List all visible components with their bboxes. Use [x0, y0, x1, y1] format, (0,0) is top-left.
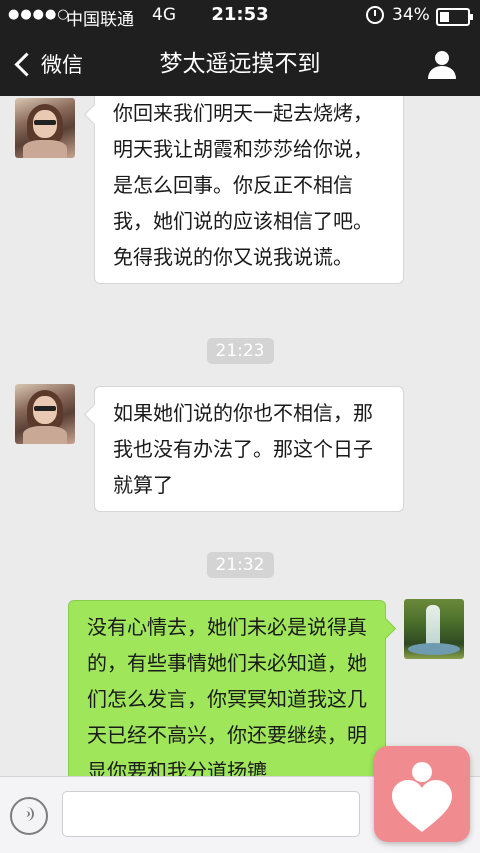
contact-avatar[interactable] — [15, 384, 75, 444]
message-input[interactable] — [62, 791, 360, 837]
alarm-icon — [366, 6, 384, 24]
voice-wave-outer — [20, 807, 34, 821]
timestamp: 21:32 — [0, 552, 480, 578]
timestamp-text: 21:23 — [206, 338, 274, 364]
person-icon[interactable] — [426, 48, 458, 80]
timestamp: 21:23 — [0, 338, 480, 364]
message-bubble-incoming[interactable]: 如果她们说的你也不相信，那我也没有办法了。那这个日子就算了 — [94, 386, 404, 512]
heart-person-icon — [392, 762, 452, 832]
timestamp-text: 21:32 — [206, 552, 274, 578]
chat-area[interactable]: 你回来我们明天一起去烧烤，明天我让胡霞和莎莎给你说，是怎么回事。你反正不相信我，… — [0, 96, 480, 776]
message-bubble-outgoing[interactable]: 没有心情去，她们未必是说得真的，有些事情她们未必知道，她们怎么发言，你冥冥知道我… — [68, 600, 386, 776]
floating-heart-button[interactable] — [374, 746, 470, 842]
voice-button[interactable] — [10, 797, 48, 835]
nav-bar: 微信 梦太遥远摸不到 — [0, 32, 480, 96]
battery-percent: 34% — [392, 5, 430, 25]
status-bar: ●●●●○ 中国联通 4G 21:53 34% — [0, 0, 480, 32]
battery-fill — [440, 12, 449, 22]
battery-icon — [436, 8, 473, 26]
message-bubble-incoming[interactable]: 你回来我们明天一起去烧烤，明天我让胡霞和莎莎给你说，是怎么回事。你反正不相信我，… — [94, 96, 404, 284]
chat-title: 梦太遥远摸不到 — [159, 51, 321, 77]
contact-avatar[interactable] — [15, 98, 75, 158]
my-avatar[interactable] — [404, 599, 464, 659]
